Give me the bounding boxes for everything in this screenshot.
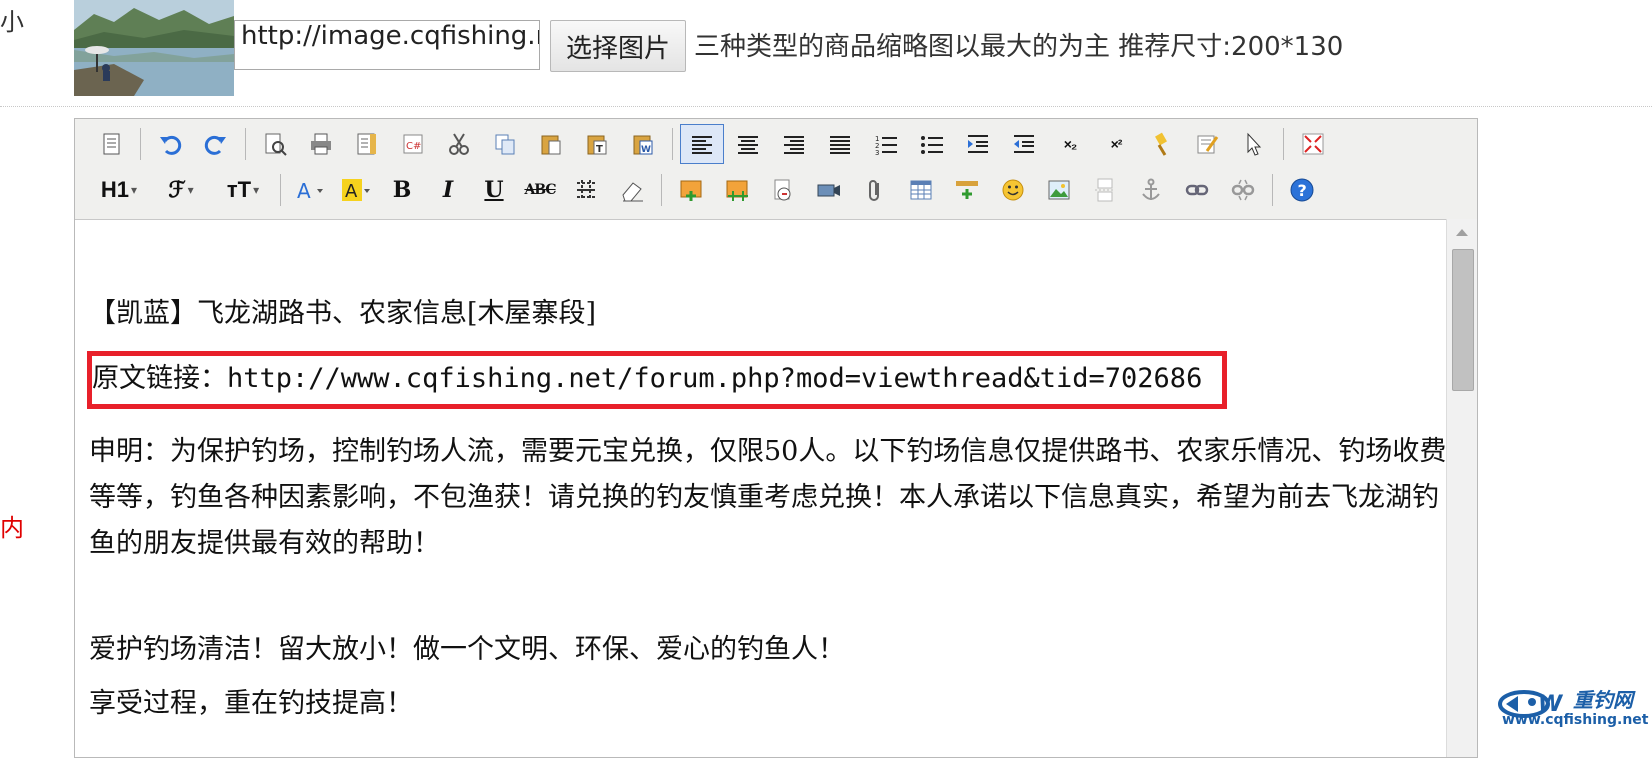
toolbar-separator <box>1283 128 1284 160</box>
chevron-down-icon: ▾ <box>131 183 138 197</box>
code-icon[interactable]: C# <box>391 124 435 164</box>
spellcheck-icon[interactable] <box>1186 124 1230 164</box>
thumbnail-url-input[interactable]: http://image.cqfishing.net <box>234 20 540 70</box>
chevron-down-icon: ▾ <box>253 183 260 197</box>
template-icon[interactable] <box>345 124 389 164</box>
font-size-dropdown[interactable]: тT ▾ <box>213 170 273 210</box>
underline-icon[interactable]: U <box>472 170 516 210</box>
section-divider <box>0 106 1652 107</box>
eraser-icon[interactable] <box>610 170 654 210</box>
redo-icon[interactable] <box>194 124 238 164</box>
toolbar-separator <box>245 128 246 160</box>
align-right-icon[interactable] <box>772 124 816 164</box>
rich-text-editor: C# T W 123 ×₂ ×² H1 ▾ ℱ ▾ тT ▾ A A B I U… <box>74 118 1478 758</box>
scroll-up-arrow-icon[interactable] <box>1456 229 1468 236</box>
subscript-icon[interactable]: ×₂ <box>1048 124 1092 164</box>
align-left-icon[interactable] <box>680 124 724 164</box>
insert-row-after-icon[interactable] <box>715 170 759 210</box>
insert-paragraph-icon[interactable] <box>945 170 989 210</box>
svg-text:T: T <box>596 144 603 155</box>
indent-icon[interactable] <box>956 124 1000 164</box>
toolbar-separator <box>672 128 673 160</box>
anchor-icon[interactable] <box>1129 170 1173 210</box>
statement-paragraph: 申明：为保护钓场，控制钓场人流，需要元宝兑换，仅限50人。以下钓场信息仅提供路书… <box>89 436 1447 559</box>
choose-image-button[interactable]: 选择图片 <box>550 20 686 72</box>
highlight-color-icon[interactable]: A <box>334 170 378 210</box>
scroll-thumb[interactable] <box>1452 249 1474 391</box>
align-justify-icon[interactable] <box>818 124 862 164</box>
svg-text:W: W <box>641 145 651 155</box>
horizontal-rule-icon[interactable] <box>564 170 608 210</box>
paste-word-icon[interactable]: W <box>621 124 665 164</box>
field-label-small: 小 <box>0 8 24 36</box>
print-icon[interactable] <box>299 124 343 164</box>
undo-icon[interactable] <box>148 124 192 164</box>
svg-text:A: A <box>345 181 358 202</box>
editor-content-area[interactable]: 【凯蓝】飞龙湖路书、农家信息[木屋寨段] 原文链接：http://www.cqf… <box>75 219 1447 757</box>
toolbar-separator <box>661 174 662 206</box>
svg-text:C#: C# <box>406 141 421 152</box>
toolbar-row-2: H1 ▾ ℱ ▾ тT ▾ A A B I U ABC ? <box>89 168 1324 212</box>
media-icon[interactable] <box>807 170 851 210</box>
post-title: 【凯蓝】飞龙湖路书、农家信息[木屋寨段] <box>89 298 597 329</box>
watermark-url: www.cqfishing.net <box>1502 712 1649 728</box>
thumbnail-size-hint: 三种类型的商品缩略图以最大的为主 推荐尺寸:200*130 <box>694 32 1344 62</box>
flash-icon[interactable] <box>761 170 805 210</box>
svg-text:A: A <box>297 179 311 203</box>
page-break-icon[interactable] <box>1083 170 1127 210</box>
emoticon-icon[interactable] <box>991 170 1035 210</box>
thumbnail-preview <box>74 0 234 96</box>
ordered-list-icon[interactable]: 123 <box>864 124 908 164</box>
font-color-icon[interactable]: A <box>288 170 332 210</box>
enjoy-paragraph: 享受过程，重在钓技提高！ <box>89 688 413 719</box>
toolbar-separator <box>140 128 141 160</box>
help-icon[interactable]: ? <box>1280 170 1324 210</box>
original-link-url[interactable]: http://www.cqfishing.net/forum.php?mod=v… <box>227 363 1202 394</box>
svg-text:?: ? <box>1298 181 1307 200</box>
watermark-brand: 重钓网 <box>1573 688 1633 712</box>
italic-icon[interactable]: I <box>426 170 470 210</box>
align-center-icon[interactable] <box>726 124 770 164</box>
select-all-icon[interactable] <box>1232 124 1276 164</box>
format-painter-icon[interactable] <box>1140 124 1184 164</box>
heading-dropdown[interactable]: H1 ▾ <box>89 170 149 210</box>
outdent-icon[interactable] <box>1002 124 1046 164</box>
paste-text-icon[interactable]: T <box>575 124 619 164</box>
bold-icon[interactable]: B <box>380 170 424 210</box>
editor-scrollbar[interactable] <box>1446 219 1477 757</box>
highlighted-original-link: 原文链接：http://www.cqfishing.net/forum.php?… <box>87 351 1228 409</box>
font-family-dropdown[interactable]: ℱ ▾ <box>151 170 211 210</box>
chevron-down-icon: ▾ <box>187 183 194 197</box>
toolbar-separator <box>1272 174 1273 206</box>
attachment-icon[interactable] <box>853 170 897 210</box>
preview-icon[interactable] <box>253 124 297 164</box>
superscript-icon[interactable]: ×² <box>1094 124 1138 164</box>
editor-toolbar: C# T W 123 ×₂ ×² H1 ▾ ℱ ▾ тT ▾ A A B I U… <box>75 119 1477 220</box>
unordered-list-icon[interactable] <box>910 124 954 164</box>
fullscreen-icon[interactable] <box>1291 124 1335 164</box>
toolbar-separator <box>280 174 281 206</box>
table-icon[interactable] <box>899 170 943 210</box>
insert-row-before-icon[interactable] <box>669 170 713 210</box>
original-link-label: 原文链接： <box>92 363 227 394</box>
cut-icon[interactable] <box>437 124 481 164</box>
source-icon[interactable] <box>89 124 133 164</box>
unlink-icon[interactable] <box>1221 170 1265 210</box>
slogan-paragraph: 爱护钓场清洁！留大放小！做一个文明、环保、爱心的钓鱼人！ <box>89 634 845 665</box>
copy-icon[interactable] <box>483 124 527 164</box>
field-label-content: 内 <box>0 514 24 542</box>
svg-text:3: 3 <box>875 149 879 157</box>
image-icon[interactable] <box>1037 170 1081 210</box>
strikethrough-icon[interactable]: ABC <box>518 170 562 210</box>
paste-icon[interactable] <box>529 124 573 164</box>
toolbar-row-1: C# T W 123 ×₂ ×² <box>89 122 1335 166</box>
link-icon[interactable] <box>1175 170 1219 210</box>
